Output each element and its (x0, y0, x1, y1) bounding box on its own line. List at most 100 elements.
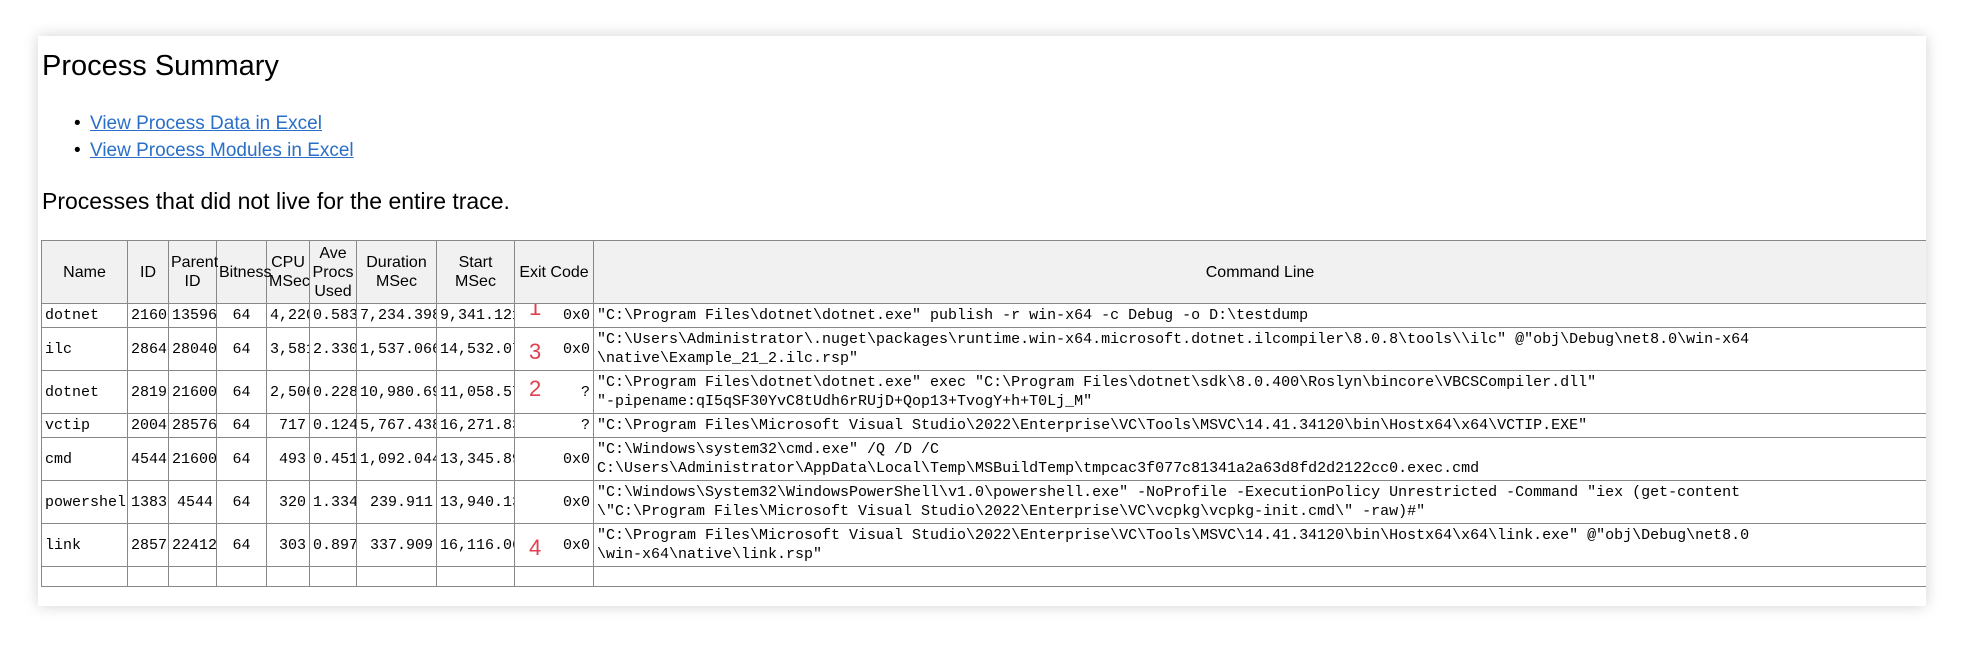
cell-id: 28192 (127, 370, 169, 414)
table-row: vctip 2004 28576 64 717 0.124 5,767.438 … (41, 413, 1926, 438)
column-header-name[interactable]: Name (41, 240, 128, 304)
exit-code-value: 0x0 (562, 340, 590, 358)
cell-bitness: 64 (216, 370, 267, 414)
column-header-duration-msec[interactable]: Duration MSec (356, 240, 437, 304)
cell-empty (41, 566, 128, 587)
cell-parent-id: 28576 (168, 413, 217, 438)
cell-id: 2004 (127, 413, 169, 438)
column-header-cpu-msec[interactable]: CPU MSec (266, 240, 310, 304)
cell-bitness: 64 (216, 303, 267, 328)
exit-code-value: 0x0 (562, 493, 590, 511)
cell-parent-id: 28040 (168, 327, 217, 371)
annotation-mark: 1 (529, 303, 542, 320)
cell-empty (593, 566, 1926, 587)
column-header-command-line[interactable]: Command Line (593, 240, 1926, 304)
table-header-row: Name ID Parent ID Bitness CPU MSec Ave P… (41, 240, 1926, 304)
cell-id: 28640 (127, 327, 169, 371)
excel-links-list: • View Process Data in Excel • View Proces… (74, 110, 354, 164)
column-header-exit-code[interactable]: Exit Code (514, 240, 594, 304)
exit-code-value: 0x0 (562, 450, 590, 468)
cell-start: 14,532.079 (436, 327, 515, 371)
list-item: • View Process Data in Excel (74, 110, 354, 137)
cell-cpu-msec: 303 (266, 523, 310, 567)
cell-command-line: "C:\Program Files\Microsoft Visual Studi… (593, 413, 1926, 438)
exit-code-value: ? (580, 417, 590, 434)
annotation-mark: 4 (529, 535, 542, 560)
column-header-parent-id[interactable]: Parent ID (168, 240, 218, 304)
cell-ave-procs: 1.334 (309, 480, 357, 524)
cell-name: ilc (41, 327, 128, 371)
exit-code-value: ? (580, 383, 590, 401)
list-item: • View Process Modules in Excel (74, 137, 354, 164)
cell-id: 13832 (127, 480, 169, 524)
cell-parent-id: 4544 (168, 480, 217, 524)
table-row: dotnet 28192 21600 64 2,506 0.228 10,980… (41, 370, 1926, 414)
column-header-bitness[interactable]: Bitness (216, 240, 271, 304)
cell-name: vctip (41, 413, 128, 438)
cell-parent-id: 21600 (168, 370, 217, 414)
cell-duration: 239.911 (356, 480, 437, 524)
table-row: cmd 4544 21600 64 493 0.451 1,092.044 13… (41, 437, 1926, 481)
cell-duration: 1,537.066 (356, 327, 437, 371)
column-header-start-msec[interactable]: Start MSec (436, 240, 515, 304)
cell-duration: 10,980.691 (356, 370, 437, 414)
cell-exit-code: 3 0x0 (514, 327, 594, 371)
cell-start: 13,345.899 (436, 437, 515, 481)
table-row: dotnet 21600 13596 64 4,220 0.583 7,234.… (41, 303, 1926, 328)
cell-command-line: "C:\Windows\System32\WindowsPowerShell\v… (593, 480, 1926, 524)
cell-command-line: "C:\Program Files\dotnet\dotnet.exe" exe… (593, 370, 1926, 414)
cell-empty (216, 566, 267, 587)
cell-name: cmd (41, 437, 128, 481)
cell-cpu-msec: 3,581 (266, 327, 310, 371)
column-header-id[interactable]: ID (127, 240, 169, 304)
table-row: ilc 28640 28040 64 3,581 2.330 1,537.066… (41, 327, 1926, 371)
cell-exit-code: 0x0 (514, 437, 594, 481)
cell-duration: 1,092.044 (356, 437, 437, 481)
cell-bitness: 64 (216, 327, 267, 371)
cell-name: dotnet (41, 370, 128, 414)
cell-command-line: "C:\Windows\system32\cmd.exe" /Q /D /C C… (593, 437, 1926, 481)
cell-command-line: "C:\Program Files\dotnet\dotnet.exe" pub… (593, 303, 1926, 328)
table-row: link 28576 22412 64 303 0.897 337.909 16… (41, 523, 1926, 567)
table-row: powershell 13832 4544 64 320 1.334 239.9… (41, 480, 1926, 524)
process-table: Name ID Parent ID Bitness CPU MSec Ave P… (41, 240, 1926, 587)
cell-duration: 337.909 (356, 523, 437, 567)
annotation-mark: 3 (529, 339, 542, 364)
cell-bitness: 64 (216, 480, 267, 524)
cell-empty (309, 566, 357, 587)
cell-empty (514, 566, 594, 587)
cell-ave-procs: 2.330 (309, 327, 357, 371)
cell-empty (127, 566, 169, 587)
cell-parent-id: 21600 (168, 437, 217, 481)
cell-cpu-msec: 320 (266, 480, 310, 524)
cell-exit-code: 2? (514, 370, 594, 414)
cell-exit-code: ? (514, 413, 594, 438)
cell-duration: 7,234.398 (356, 303, 437, 328)
cell-ave-procs: 0.451 (309, 437, 357, 481)
cell-ave-procs: 0.897 (309, 523, 357, 567)
cell-start: 13,940.131 (436, 480, 515, 524)
cell-start: 9,341.121 (436, 303, 515, 328)
cell-command-line: "C:\Program Files\Microsoft Visual Studi… (593, 523, 1926, 567)
cell-bitness: 64 (216, 413, 267, 438)
report-card: Process Summary • View Process Data in Ex… (38, 36, 1926, 606)
cell-empty (356, 566, 437, 587)
cell-id: 28576 (127, 523, 169, 567)
page-title: Process Summary (42, 50, 279, 82)
cell-name: link (41, 523, 128, 567)
cell-duration: 5,767.438 (356, 413, 437, 438)
view-process-modules-link[interactable]: View Process Modules in Excel (90, 140, 354, 161)
cell-empty (266, 566, 310, 587)
cell-ave-procs: 0.228 (309, 370, 357, 414)
cell-start: 16,116.067 (436, 523, 515, 567)
exit-code-value: 0x0 (562, 536, 590, 554)
cell-cpu-msec: 493 (266, 437, 310, 481)
column-header-ave-procs-used[interactable]: Ave Procs Used (309, 240, 357, 304)
view-process-data-link[interactable]: View Process Data in Excel (90, 113, 322, 134)
cell-name: dotnet (41, 303, 128, 328)
bullet-icon: • (74, 140, 81, 161)
cell-cpu-msec: 2,506 (266, 370, 310, 414)
table-row-partial (41, 566, 1926, 587)
cell-command-line: "C:\Users\Administrator\.nuget\packages\… (593, 327, 1926, 371)
cell-cpu-msec: 4,220 (266, 303, 310, 328)
